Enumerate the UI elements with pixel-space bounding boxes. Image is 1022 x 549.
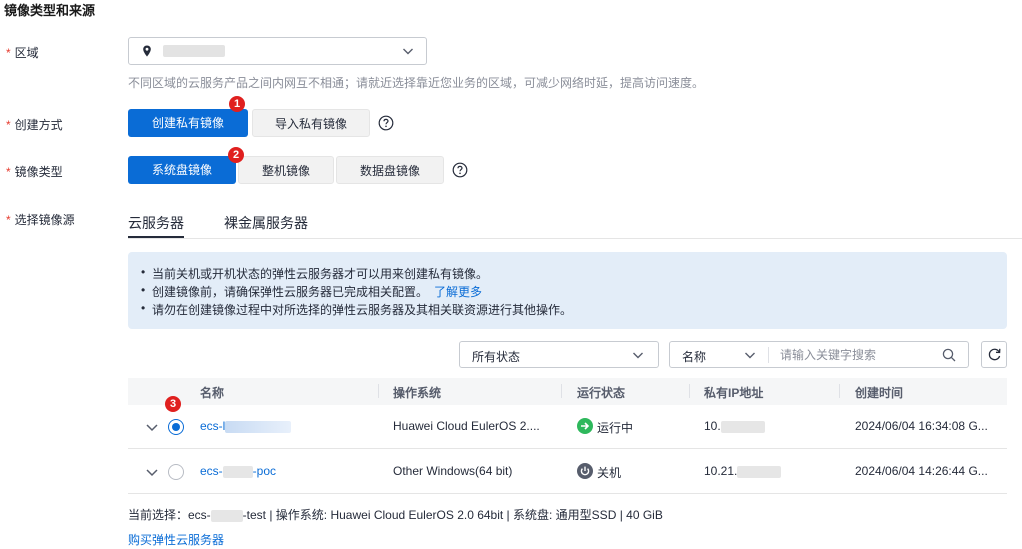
info-line-3: 请勿在创建镜像过程中对所选择的弹性云服务器及其相关联资源进行其他操作。 [141, 301, 572, 318]
column-ip: 私有IP地址 [704, 386, 764, 400]
table-row[interactable]: ecs-l Huawei Cloud EulerOS 2.... 运行中 10.… [128, 405, 1007, 449]
server-ip: 10.21. [704, 464, 782, 478]
server-os: Other Windows(64 bit) [393, 464, 513, 478]
column-name: 名称 [200, 386, 225, 400]
column-created: 创建时间 [855, 386, 904, 400]
server-name-link[interactable]: ecs-l [200, 419, 292, 433]
active-tab-indicator [128, 236, 184, 238]
help-icon[interactable] [452, 162, 468, 178]
info-box: 当前关机或开机状态的弹性云服务器才可以用来创建私有镜像。 创建镜像前，请确保弹性… [128, 252, 1007, 329]
info-line-1: 当前关机或开机状态的弹性云服务器才可以用来创建私有镜像。 [141, 265, 488, 282]
refresh-button[interactable] [981, 341, 1007, 368]
info-line-2: 创建镜像前，请确保弹性云服务器已完成相关配置。了解更多 [141, 283, 482, 300]
help-icon[interactable] [378, 115, 394, 131]
tab-divider [128, 238, 1022, 239]
table-row[interactable]: ecs- -poc Other Windows(64 bit) 关机 10.21.… [128, 450, 1007, 494]
create-private-image-button[interactable]: 创建私有镜像 [128, 109, 248, 137]
server-created: 2024/06/04 14:26:44 G... [855, 464, 988, 478]
section-title: 镜像类型和来源 [4, 3, 96, 18]
search-key-select[interactable]: 名称 [682, 348, 706, 365]
power-off-status-icon [577, 463, 593, 479]
full-machine-image-button[interactable]: 整机镜像 [238, 156, 334, 184]
step-badge-2: 2 [228, 147, 244, 163]
chevron-down-icon[interactable] [145, 420, 159, 434]
column-os: 操作系统 [393, 386, 442, 400]
learn-more-link[interactable]: 了解更多 [434, 285, 482, 299]
image-source-label: * 选择镜像源 [6, 213, 75, 227]
chevron-down-icon [403, 48, 413, 55]
region-select[interactable] [128, 37, 427, 65]
create-method-label: * 创建方式 [6, 118, 63, 132]
server-status: 运行中 [597, 421, 634, 435]
chevron-down-icon [633, 352, 643, 359]
column-status: 运行状态 [577, 386, 626, 400]
search-group: 名称 [669, 341, 969, 368]
row-radio[interactable] [168, 419, 184, 435]
import-private-image-button[interactable]: 导入私有镜像 [252, 109, 370, 137]
server-status: 关机 [597, 466, 622, 480]
server-created: 2024/06/04 16:34:08 G... [855, 419, 988, 433]
location-pin-icon [143, 45, 151, 57]
image-type-label: * 镜像类型 [6, 165, 63, 179]
server-ip: 10. [704, 419, 765, 433]
tab-bms[interactable]: 裸金属服务器 [224, 213, 308, 233]
chevron-down-icon[interactable] [145, 465, 159, 479]
region-value-redacted [163, 45, 225, 57]
server-os: Huawei Cloud EulerOS 2.... [393, 419, 540, 433]
table-header: 名称 操作系统 运行状态 私有IP地址 创建时间 [128, 378, 1007, 405]
refresh-icon [988, 348, 1001, 361]
server-name-link[interactable]: ecs- -poc [200, 464, 276, 478]
system-disk-image-button[interactable]: 系统盘镜像 [128, 156, 236, 184]
current-selection: 当前选择：ecs- -test | 操作系统: Huawei Cloud Eule… [128, 508, 663, 522]
data-disk-image-button[interactable]: 数据盘镜像 [336, 156, 444, 184]
region-label: * 区域 [6, 46, 39, 60]
step-badge-1: 1 [229, 96, 245, 112]
region-hint: 不同区域的云服务产品之间内网互不相通；请就近选择靠近您业务的区域，可减少网络时延… [128, 76, 705, 90]
step-badge-3: 3 [165, 396, 181, 412]
tab-ecs[interactable]: 云服务器 [128, 213, 184, 233]
buy-ecs-link[interactable]: 购买弹性云服务器 [128, 531, 224, 548]
status-filter-select[interactable]: 所有状态 [459, 341, 659, 368]
chevron-down-icon[interactable] [744, 349, 756, 361]
row-radio[interactable] [168, 464, 184, 480]
running-status-icon [577, 418, 593, 434]
search-icon[interactable] [942, 348, 956, 362]
search-input[interactable] [780, 346, 935, 364]
